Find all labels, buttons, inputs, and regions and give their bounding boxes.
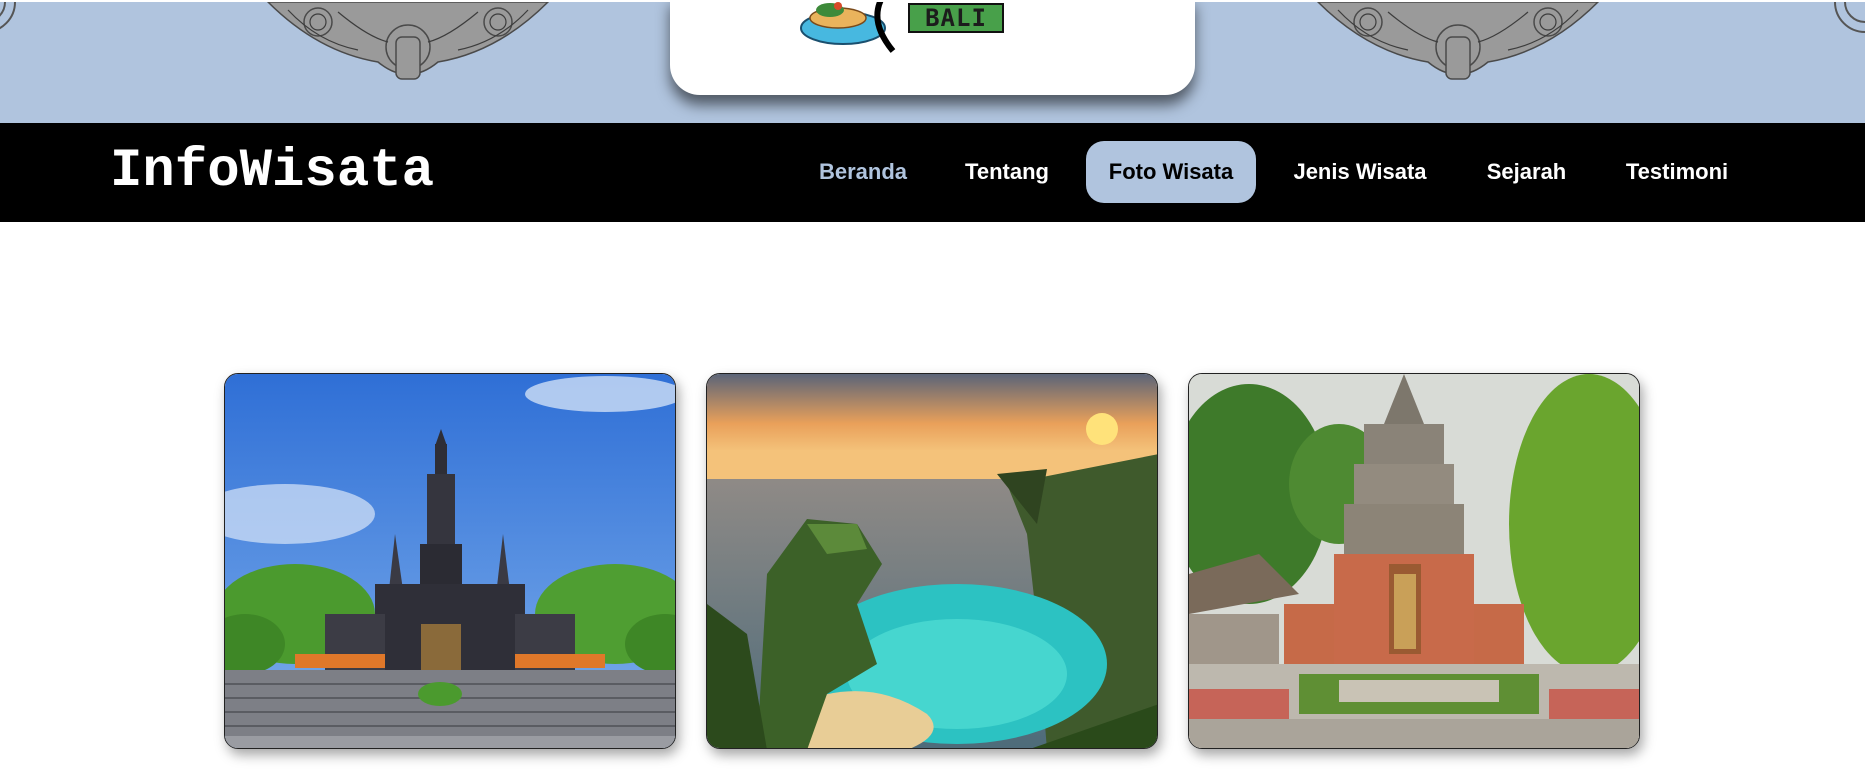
logo-text: BALI [908,3,1004,33]
nav-link-beranda[interactable]: Beranda [808,141,918,203]
nav-links: Beranda Tentang Foto Wisata Jenis Wisata… [0,141,1865,203]
balinese-ornament-icon [1834,2,1865,33]
monument-photo[interactable] [224,373,676,749]
balinese-ornament-icon [0,2,16,30]
temple-gate-photo[interactable] [1188,373,1640,749]
island-logo-icon [800,2,896,53]
nav-link-jenis-wisata[interactable]: Jenis Wisata [1280,141,1440,203]
balinese-ornament-icon [1316,2,1600,80]
nav-link-testimoni[interactable]: Testimoni [1614,141,1740,203]
logo-card[interactable]: BALI [670,2,1195,95]
nav-link-sejarah[interactable]: Sejarah [1474,141,1579,203]
nav-link-tentang[interactable]: Tentang [952,141,1062,203]
header-banner: BALI [0,0,1865,123]
coastal-cliff-photo[interactable] [706,373,1158,749]
photo-gallery [0,373,1865,749]
balinese-ornament-icon [266,2,550,80]
navbar: InfoWisata Beranda Tentang Foto Wisata J… [0,123,1865,222]
nav-link-foto-wisata[interactable]: Foto Wisata [1086,141,1256,203]
